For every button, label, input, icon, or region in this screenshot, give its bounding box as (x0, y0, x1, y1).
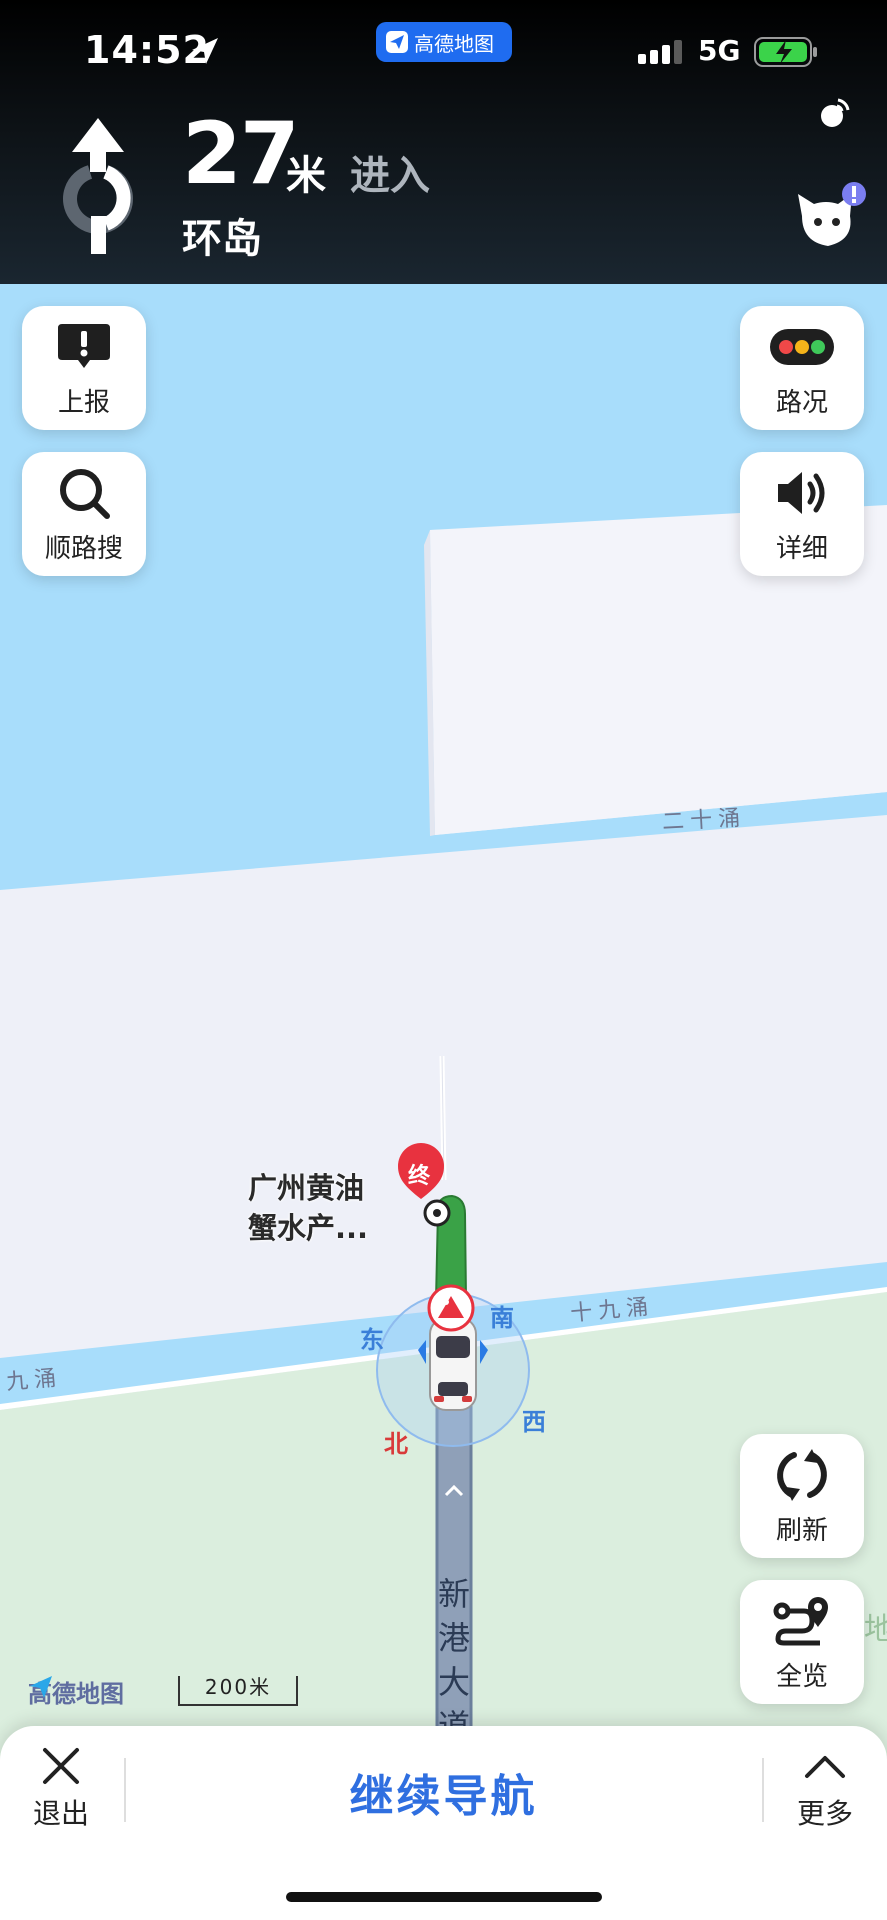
map-scale: 200米 (178, 1676, 298, 1706)
poi-label-line2: 蟹水产... (248, 1211, 369, 1245)
maneuver-action: 进入 (350, 153, 430, 199)
location-arrow-icon (192, 38, 218, 64)
exit-button-label: 退出 (32, 1797, 89, 1830)
search-along-route-label: 顺路搜 (44, 533, 123, 564)
continue-navigation-button[interactable]: 继续导航 (250, 1760, 637, 1824)
compass-north: 北 (384, 1430, 408, 1458)
report-alert-icon (58, 323, 110, 368)
voice-detail-label: 详细 (775, 533, 828, 564)
divider-right (762, 1758, 764, 1822)
exit-button[interactable]: 退出 (16, 1746, 106, 1832)
divider-left (124, 1758, 126, 1822)
traffic-light-icon (770, 328, 834, 365)
canal-label-top: 二十涌 (661, 805, 747, 836)
amap-logo-icon (30, 1676, 52, 1698)
route-overview-icon (773, 1596, 828, 1645)
roundabout-turn-icon (63, 118, 133, 254)
amap-app-icon (386, 31, 408, 53)
home-indicator[interactable] (286, 1892, 602, 1902)
app-indicator[interactable]: 高德地图 (376, 22, 512, 62)
distance-value: 27 (182, 104, 300, 204)
close-icon (43, 1748, 79, 1784)
canal-label-left: 九涌 (5, 1365, 64, 1396)
more-button-label: 更多 (796, 1797, 853, 1830)
route-overview-button[interactable]: 全览 (740, 1580, 864, 1704)
refresh-button[interactable]: 刷新 (740, 1434, 864, 1558)
refresh-button-label: 刷新 (775, 1515, 828, 1546)
traffic-button-label: 路况 (775, 387, 828, 418)
voice-detail-button[interactable]: 详细 (740, 452, 864, 576)
compass-east: 东 (360, 1326, 384, 1354)
speaker-icon (778, 471, 825, 514)
chevron-up-icon (805, 1756, 845, 1778)
road-name-label: 新港大道 (437, 1575, 470, 1745)
report-button-label: 上报 (57, 387, 110, 418)
assistant-mascot-icon[interactable] (790, 180, 870, 260)
poi-label-line1: 广州黄油 (248, 1171, 365, 1205)
report-button[interactable]: 上报 (22, 306, 146, 430)
traffic-button[interactable]: 路况 (740, 306, 864, 430)
app-indicator-label: 高德地图 (414, 31, 494, 56)
compass-west: 西 (522, 1408, 546, 1436)
search-icon (60, 468, 110, 519)
map-brand: 高德地图 (28, 1674, 124, 1709)
maneuver-target: 环岛 (182, 216, 262, 262)
network-type: 5G (698, 34, 741, 67)
more-button[interactable]: 更多 (780, 1746, 870, 1832)
edge-map-label: 地 (864, 1612, 887, 1647)
route-overview-label: 全览 (775, 1661, 828, 1692)
signal-icon (638, 40, 682, 64)
bottom-action-bar: 退出 继续导航 更多 (0, 1726, 887, 1920)
destination-marker-label: 终 (408, 1164, 431, 1189)
compass-south: 南 (490, 1304, 514, 1332)
search-along-route-button[interactable]: 顺路搜 (22, 452, 146, 576)
battery-charging-icon (754, 37, 817, 67)
gps-signal-icon[interactable] (816, 96, 852, 132)
navigation-banner: 14:52 高德地图 5G 27 米 进入 环岛 (0, 0, 887, 284)
distance-unit: 米 (286, 153, 326, 199)
poi-label[interactable]: 广州黄油 蟹水产... (248, 1168, 368, 1248)
refresh-icon (777, 1448, 827, 1501)
